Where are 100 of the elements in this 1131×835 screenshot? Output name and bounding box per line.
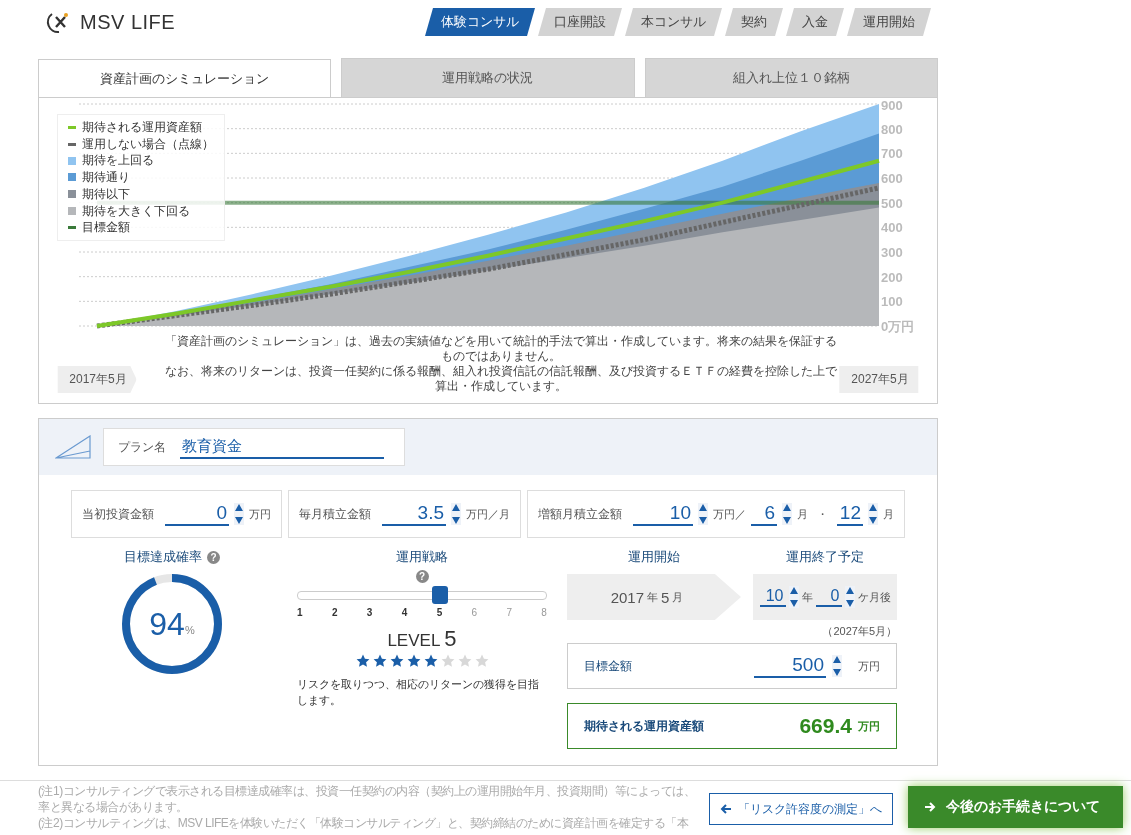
number-field[interactable]: 12 (837, 502, 863, 526)
unit-label: 万円 (858, 658, 880, 674)
legend-label: 期待を上回る (82, 152, 154, 170)
legend-label: 期待される運用資産額 (82, 119, 202, 136)
y-axis-label: 0万円 (881, 319, 915, 334)
spinner-icon[interactable] (844, 586, 855, 608)
start-date-box: 2017 年 5 月 (567, 574, 741, 620)
expected-label: 期待される運用資産額 (584, 717, 705, 735)
number-field[interactable]: 3.5 (382, 502, 446, 526)
input-label: 当初投資金額 (82, 505, 154, 523)
unit-label: ケ月後 (857, 589, 891, 605)
plan-name-label: プラン名 (118, 438, 166, 456)
slider-tick-label: 1 (297, 607, 303, 618)
disclaimer-text: なお、将来のリターンは、投資一任契約に係る報酬、組入れ投資信託の信託報酬、及び投資するＥＴＦの経費を控除した上で算出・作成しています。 (165, 364, 837, 394)
y-axis-label: 300 (881, 245, 903, 260)
slider-tick-label: 5 (436, 607, 443, 618)
spinner-icon[interactable] (832, 655, 842, 677)
logo-text: MSV LIFE (80, 10, 176, 34)
number-field[interactable]: 6 (751, 502, 777, 526)
back-button[interactable]: 「リスク許容度の測定」へ (709, 793, 893, 825)
spinner-icon[interactable] (868, 503, 878, 525)
disclaimer-text: 「資産計画のシミュレーション」は、過去の実績値などを用いて統計的手法で算出・作成しています。将来の結果を保証するものではありません。 (165, 334, 837, 364)
legend-label: 期待以下 (82, 185, 130, 203)
tab[interactable]: 運用戦略の状況 (341, 58, 635, 97)
number-field[interactable]: 0 (165, 502, 229, 526)
separator-text: ・ (817, 506, 828, 522)
probability-value: 94 (149, 605, 185, 643)
y-axis-label: 700 (881, 146, 903, 162)
start-title: 運用開始 (628, 548, 680, 566)
slider-tick-label: 4 (401, 607, 408, 618)
strategy-description: リスクを取りつつ、相応のリターンの獲得を目指します。 (297, 677, 540, 708)
plan-name-field[interactable]: プラン名 教育資金 (103, 428, 405, 466)
y-axis-label: 800 (881, 121, 903, 137)
unit-label: 万円 (858, 718, 880, 734)
unit-label: 年 (801, 589, 813, 605)
progress-step[interactable]: 本コンサル (625, 8, 722, 36)
progress-step[interactable]: 口座開設 (538, 8, 622, 36)
spinner-icon[interactable] (782, 503, 792, 525)
input-label: 増額月積立金額 (538, 505, 622, 523)
end-title: 運用終了予定 (786, 548, 864, 566)
help-icon[interactable]: ? (415, 570, 429, 583)
end-date-note: （2027年5月） (822, 624, 897, 639)
tab[interactable]: 資産計画のシミュレーション (38, 59, 332, 98)
slider-thumb[interactable] (431, 586, 448, 604)
unit-label: 万円／月 (466, 506, 510, 522)
expected-value: 669.4 (799, 714, 852, 738)
slider-tick-label: 6 (471, 607, 478, 618)
star-icon (474, 654, 489, 668)
tab[interactable]: 組入れ上位１０銘柄 (644, 58, 938, 97)
legend-label: 運用しない場合（点線） (82, 135, 214, 153)
progress-step[interactable]: 体験コンサル (425, 8, 535, 36)
unit-label: 月 (883, 506, 894, 522)
strategy-slider[interactable] (297, 585, 547, 605)
star-icon (389, 654, 404, 668)
star-icon (457, 654, 472, 668)
arrow-right-icon (924, 801, 936, 813)
spinner-icon[interactable] (234, 503, 244, 525)
star-icon (440, 654, 455, 668)
next-button[interactable]: 今後のお手続きについて (908, 786, 1123, 828)
percent-unit: % (184, 624, 195, 636)
spinner-icon[interactable] (698, 503, 708, 525)
end-date-label: 2027年5月 (839, 366, 919, 393)
slope-icon (55, 435, 91, 459)
y-axis-label: 600 (881, 171, 903, 186)
probability-title: 目標達成確率 (124, 548, 202, 566)
footnote-text: (注1)コンサルティングで表示される目標達成確率は、投資一任契約の内容（契約上の運用開始年月、投資期間）等によっては、 (38, 783, 696, 799)
input-label: 毎月積立金額 (299, 505, 371, 523)
star-icon (355, 654, 370, 668)
unit-label: 万円 (249, 506, 271, 522)
star-icon (372, 654, 387, 668)
legend-label: 目標金額 (82, 219, 130, 236)
slider-tick-label: 8 (541, 607, 547, 618)
spinner-icon[interactable] (451, 503, 461, 525)
level-label: LEVEL 5 (387, 626, 457, 652)
footnote-text: 率と異なる場合があります。 (38, 799, 189, 815)
y-axis-label: 100 (881, 294, 903, 310)
progress-step[interactable]: 契約 (725, 8, 783, 36)
arrow-left-icon (720, 803, 732, 815)
star-icon (423, 654, 438, 668)
start-date-label: 2017年5月 (57, 366, 137, 393)
y-axis-label: 400 (881, 220, 903, 236)
y-axis-label: 500 (881, 195, 903, 211)
slider-tick-label: 3 (366, 607, 373, 618)
legend-label: 期待通り (82, 169, 130, 186)
star-icon (406, 654, 421, 668)
number-field[interactable]: 10 (759, 587, 786, 607)
spinner-icon[interactable] (788, 586, 799, 608)
footnote-text: (注2)コンサルティングは、MSV LIFEを体験いただく「体験コンサルティング」と、契約締結のために資産計画を確定する「本 (38, 815, 690, 831)
slider-tick-label: 7 (506, 607, 512, 618)
progress-step[interactable]: 運用開始 (847, 8, 931, 36)
legend-label: 期待を大きく下回る (82, 202, 190, 220)
unit-label: 月 (797, 506, 808, 522)
progress-step[interactable]: 入金 (786, 8, 844, 36)
help-icon[interactable]: ? (207, 550, 220, 564)
number-field[interactable]: 0 (815, 587, 842, 607)
strategy-title: 運用戦略 (396, 548, 448, 566)
number-field[interactable]: 10 (633, 502, 693, 526)
y-axis-label: 900 (881, 98, 903, 113)
y-axis-label: 200 (881, 269, 903, 285)
number-field[interactable]: 500 (754, 654, 826, 678)
